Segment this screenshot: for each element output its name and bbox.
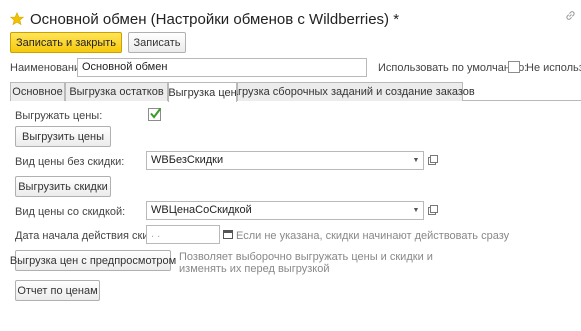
price-no-discount-label: Вид цены без скидки: [15, 156, 125, 168]
default-label: Использовать по умолчанию: [378, 62, 528, 74]
save-and-close-button[interactable]: Записать и закрыть [10, 32, 122, 53]
not-use-label: Не использов [526, 62, 581, 74]
tab-stock-upload[interactable]: Выгрузка остатков [65, 82, 168, 101]
default-checkbox[interactable] [508, 61, 520, 73]
preview-upload-button[interactable]: Выгрузка цен с предпросмотром [10, 250, 176, 271]
discount-start-hint: Если не указана, скидки начинают действо… [236, 230, 510, 242]
tab-assembly-tasks[interactable]: Загрузка сборочных заданий и создание за… [225, 82, 475, 101]
tab-price-upload[interactable]: Выгрузка цен [168, 82, 237, 102]
chevron-down-icon[interactable]: ▼ [409, 152, 423, 169]
window-title: Основной обмен (Настройки обменов с Wild… [30, 10, 400, 28]
price-no-discount-select[interactable]: WBБезСкидки ▼ [146, 151, 424, 170]
open-icon-glyph [428, 204, 438, 215]
price-report-button[interactable]: Отчет по ценам [15, 280, 100, 301]
upload-prices-checkbox[interactable] [148, 107, 162, 121]
calendar-icon[interactable] [221, 225, 235, 242]
star-icon[interactable] [10, 12, 24, 26]
price-with-discount-value: WBЦенаСоСкидкой [151, 204, 252, 216]
chevron-down-icon[interactable]: ▼ [409, 202, 423, 219]
price-with-discount-label: Вид цены со скидкой: [15, 206, 126, 218]
save-button[interactable]: Записать [128, 32, 186, 53]
name-input[interactable]: Основной обмен [77, 58, 367, 77]
checkmark-icon [150, 107, 162, 119]
discount-start-date-input[interactable]: . . [146, 225, 220, 244]
price-no-discount-value: WBБезСкидки [151, 154, 224, 166]
price-with-discount-select[interactable]: WBЦенаСоСкидкой ▼ [146, 201, 424, 220]
title-row: Основной обмен (Настройки обменов с Wild… [10, 9, 399, 29]
upload-prices-button[interactable]: Выгрузить цены [15, 126, 111, 147]
open-icon-glyph [428, 154, 438, 165]
open-icon[interactable] [426, 151, 440, 168]
upload-prices-label: Выгружать цены: [15, 110, 103, 122]
upload-discounts-button[interactable]: Выгрузить скидки [15, 176, 111, 197]
preview-hint: Позволяет выборочно выгружать цены и ски… [179, 251, 433, 275]
open-icon[interactable] [426, 201, 440, 218]
tab-bar: Основное Выгрузка остатков Выгрузка цен … [10, 82, 581, 102]
tab-main[interactable]: Основное [10, 82, 65, 101]
link-icon[interactable] [564, 9, 577, 22]
calendar-icon-glyph [223, 229, 233, 239]
